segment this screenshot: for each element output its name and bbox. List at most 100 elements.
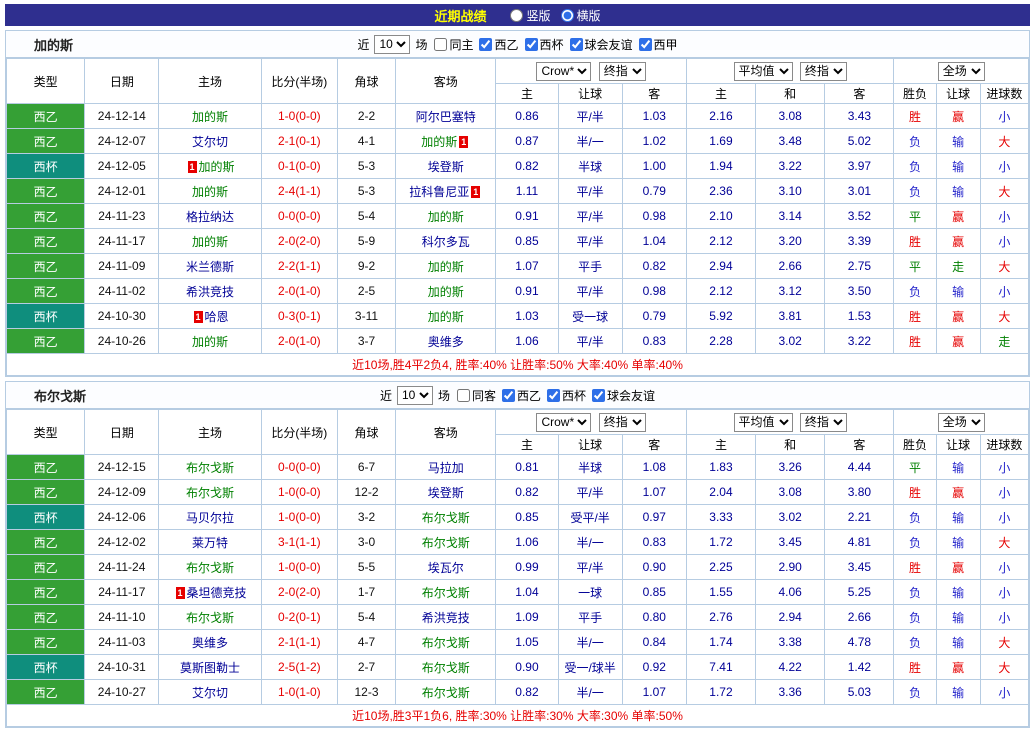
filter-checkbox-input[interactable] (502, 388, 515, 402)
scope-select[interactable]: 全场 (937, 412, 985, 432)
team-link[interactable]: 布尔戈斯 (422, 511, 470, 525)
cell-score[interactable]: 2-0(1-0) (260, 278, 338, 304)
league-filter-checkbox[interactable]: 西杯 (547, 387, 586, 404)
team-link[interactable]: 阿尔巴塞特 (416, 110, 476, 124)
cell-score[interactable]: 2-0(1-0) (260, 328, 338, 354)
team-link[interactable]: 奥维多 (428, 335, 464, 349)
team-link[interactable]: 希洪竞技 (186, 285, 234, 299)
team-link[interactable]: 布尔戈斯 (186, 561, 234, 575)
filter-checkbox-input[interactable] (524, 37, 538, 51)
asian-bookmaker-select[interactable]: Crow* (536, 61, 592, 81)
cell-score[interactable]: 1-0(0-0) (260, 504, 338, 530)
vertical-radio-input[interactable] (510, 8, 524, 22)
layout-radio-horizontal[interactable]: 横版 (560, 7, 601, 24)
cell-score[interactable]: 2-4(1-1) (260, 178, 338, 204)
cell-league-type: 西乙 (5, 128, 86, 154)
league-filter-checkbox[interactable]: 同客 (456, 387, 496, 404)
cell-score[interactable]: 1-0(0-0) (260, 554, 338, 580)
team-link[interactable]: 艾尔切 (192, 686, 228, 700)
filter-checkbox-input[interactable] (456, 388, 470, 402)
layout-radio-vertical[interactable]: 竖版 (510, 7, 551, 24)
cell-score[interactable]: 0-2(0-1) (260, 604, 338, 630)
team-link[interactable]: 布尔戈斯 (422, 636, 470, 650)
cell-asian-handicap: 平手 (557, 604, 623, 630)
team-link[interactable]: 布尔戈斯 (422, 661, 470, 675)
cell-score[interactable]: 0-0(0-0) (260, 203, 338, 229)
team-link[interactable]: 奥维多 (192, 636, 228, 650)
cell-score[interactable]: 0-0(0-0) (260, 454, 338, 480)
league-filter-checkbox[interactable]: 西杯 (524, 36, 564, 53)
team-link[interactable]: 加的斯 (192, 185, 228, 199)
team-link[interactable]: 埃登斯 (428, 486, 464, 500)
match-count-select[interactable]: 10 (396, 385, 433, 405)
team-link[interactable]: 布尔戈斯 (422, 686, 470, 700)
team-link[interactable]: 加的斯 (428, 210, 464, 224)
league-filter-checkbox[interactable]: 球会友谊 (569, 36, 633, 53)
league-filter-checkbox[interactable]: 同主 (434, 36, 473, 53)
team-link[interactable]: 加的斯 (428, 310, 464, 324)
horizontal-radio-input[interactable] (560, 8, 574, 22)
team-link[interactable]: 布尔戈斯 (422, 586, 470, 600)
cell-score[interactable]: 1-0(0-0) (260, 479, 338, 505)
team-link[interactable]: 埃瓦尔 (428, 561, 464, 575)
team-link[interactable]: 加的斯 (192, 235, 228, 249)
euro-time-select[interactable]: 终指 (799, 61, 847, 81)
team-link[interactable]: 米兰德斯 (186, 260, 234, 274)
team-link[interactable]: 布尔戈斯 (186, 611, 234, 625)
league-filter-checkbox[interactable]: 西甲 (638, 36, 678, 53)
team-link[interactable]: 加的斯 (192, 335, 228, 349)
cell-score[interactable]: 2-0(2-0) (260, 579, 338, 605)
team-link[interactable]: 加的斯 (192, 110, 228, 124)
cell-asian-home-odds: 0.81 (495, 454, 559, 480)
match-count-select[interactable]: 10 (374, 34, 411, 54)
asian-bookmaker-select[interactable]: Crow* (536, 412, 592, 432)
league-filter-checkbox[interactable]: 西乙 (479, 36, 519, 53)
asian-time-select[interactable]: 终指 (598, 412, 646, 432)
euro-time-select[interactable]: 终指 (799, 412, 847, 432)
team-link[interactable]: 加的斯 (421, 135, 457, 149)
team-link[interactable]: 艾尔切 (192, 135, 228, 149)
team-link[interactable]: 埃登斯 (428, 160, 464, 174)
team-link[interactable]: 布尔戈斯 (186, 486, 234, 500)
cell-score[interactable]: 1-0(0-0) (260, 103, 338, 129)
filter-checkbox-input[interactable] (569, 37, 583, 51)
cell-score[interactable]: 2-1(1-1) (260, 629, 338, 655)
filter-checkbox-input[interactable] (638, 37, 652, 51)
team-link[interactable]: 莫斯图勒士 (180, 661, 240, 675)
team-link[interactable]: 布尔戈斯 (422, 536, 470, 550)
filter-checkbox-input[interactable] (547, 388, 561, 402)
cell-score[interactable]: 0-3(0-1) (260, 303, 338, 329)
team-link[interactable]: 桑坦德竞技 (187, 586, 247, 600)
team-link[interactable]: 希洪竞技 (422, 611, 470, 625)
team-link[interactable]: 莱万特 (192, 536, 228, 550)
euro-bookmaker-select[interactable]: 平均值 (733, 61, 793, 81)
cell-score[interactable]: 2-5(1-2) (260, 654, 338, 680)
euro-bookmaker-select[interactable]: 平均值 (733, 412, 793, 432)
team-link[interactable]: 格拉纳达 (186, 210, 234, 224)
team-link[interactable]: 加的斯 (428, 260, 464, 274)
league-filter-checkbox[interactable]: 西乙 (502, 387, 541, 404)
team-link[interactable]: 加的斯 (199, 160, 235, 174)
team-link[interactable]: 加的斯 (428, 285, 464, 299)
cell-score[interactable]: 2-0(2-0) (260, 228, 338, 254)
team-link[interactable]: 马贝尔拉 (186, 511, 234, 525)
cell-score[interactable]: 0-1(0-0) (260, 153, 338, 179)
team-link[interactable]: 布尔戈斯 (186, 461, 234, 475)
team-link[interactable]: 哈恩 (205, 310, 229, 324)
league-filter-checkbox[interactable]: 球会友谊 (592, 387, 655, 404)
filter-checkbox-input[interactable] (592, 388, 606, 402)
team-link[interactable]: 科尔多瓦 (422, 235, 470, 249)
filter-checkbox-input[interactable] (479, 37, 493, 51)
cell-score[interactable]: 2-2(1-1) (260, 253, 338, 279)
filter-checkbox-input[interactable] (434, 37, 448, 51)
scope-select[interactable]: 全场 (937, 61, 985, 81)
results-tbody: 西乙 24-12-14 加的斯 1-0(0-0) 2-2 阿尔巴塞特 0.86 平/半 1.03… (5, 103, 1030, 354)
asian-time-select[interactable]: 终指 (598, 61, 646, 81)
cell-result-wdl: 负 (893, 604, 937, 630)
cell-score[interactable]: 3-1(1-1) (260, 529, 338, 555)
team-link[interactable]: 拉科鲁尼亚 (409, 185, 469, 199)
cell-result-goals: 大 (979, 629, 1030, 655)
cell-score[interactable]: 1-0(1-0) (260, 679, 338, 705)
cell-score[interactable]: 2-1(0-1) (260, 128, 338, 154)
team-link[interactable]: 马拉加 (428, 461, 464, 475)
